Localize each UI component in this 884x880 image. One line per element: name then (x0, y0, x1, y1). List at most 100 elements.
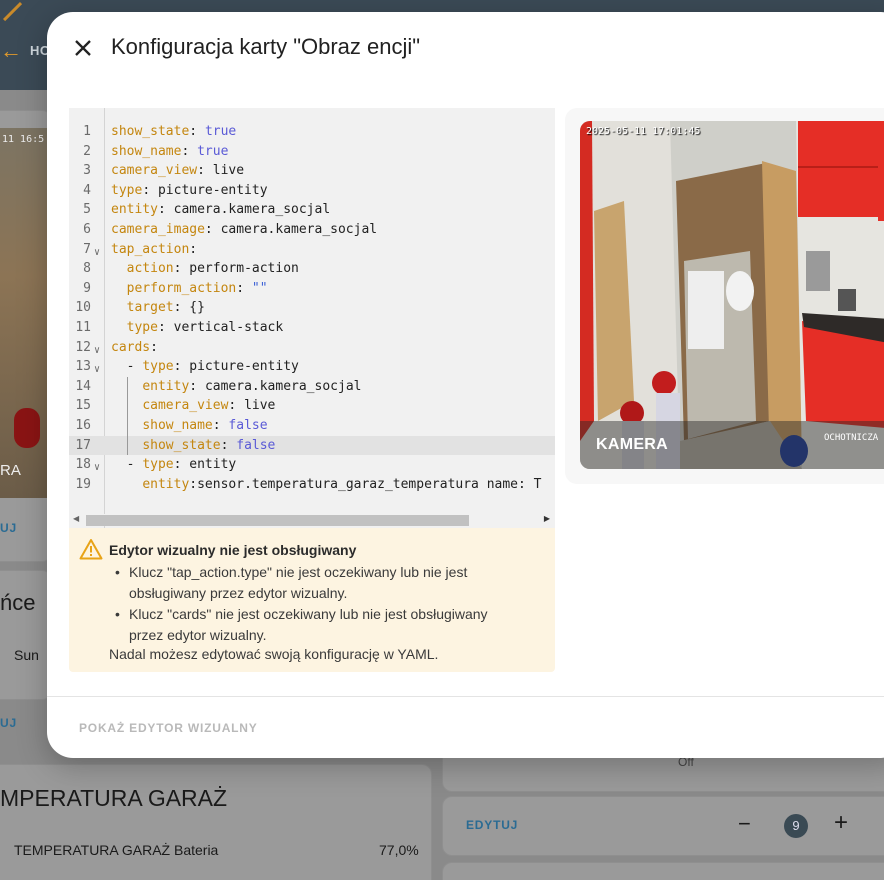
yaml-value: true (204, 124, 237, 139)
menu-icon (0, 0, 23, 22)
code-line[interactable]: 10 target: {} (69, 298, 555, 318)
code-line[interactable]: 17 show_state: false (69, 435, 555, 456)
code-line[interactable]: 6 camera_image: camera.kamera_socjal (69, 220, 555, 240)
code-line[interactable]: 19 entity:sensor.temperatura_garaz_tempe… (69, 475, 555, 495)
line-number: 3 (83, 163, 91, 179)
warning-title: Edytor wizualny nie jest obsługiwany (109, 542, 357, 558)
line-number: 5 (83, 202, 91, 218)
yaml-separator: : (173, 457, 190, 473)
line-number: 11 (75, 319, 91, 335)
card-preview: 2025-05-11 17:01:45 KAMERA OCHOTNICZA (565, 108, 884, 484)
code-text: camera_view: live (111, 396, 275, 416)
yaml-key: cards (111, 339, 151, 355)
code-line[interactable]: 15 camera_view: live (69, 396, 555, 416)
code-line[interactable]: 8 action: perform-action (69, 259, 555, 279)
yaml-separator: : (157, 319, 174, 335)
line-number: 7 (83, 241, 91, 257)
yaml-key: type (142, 457, 174, 473)
warning-item: Klucz "cards" nie jest oczekiwany lub ni… (113, 604, 523, 646)
code-line[interactable]: 3 camera_view: live (69, 161, 555, 181)
yaml-separator: : (173, 300, 190, 316)
stepper-minus-button[interactable]: − (738, 811, 751, 837)
code-line[interactable]: 7 ∨ tap_action: (69, 240, 555, 260)
warning-triangle-icon (79, 539, 103, 560)
yaml-value: camera.kamera_socjal (220, 221, 378, 237)
stepper-value: 9 (784, 814, 808, 838)
line-number: 1 (83, 124, 91, 139)
yaml-code-editor[interactable]: 1 show_state: true 2 show_name: true 3 camera… (69, 108, 555, 540)
code-text: tap_action: (111, 240, 197, 260)
yaml-key: tap_action (111, 241, 190, 257)
warning-footer: Nadal możesz edytować swoją konfigurację… (109, 646, 439, 662)
code-text: show_state: false (111, 436, 275, 456)
yaml-value: false (228, 417, 268, 433)
background-camera-object (14, 408, 40, 448)
yaml-value: "" (251, 280, 268, 296)
code-line[interactable]: 1 show_state: true (69, 122, 555, 142)
line-number: 8 (83, 261, 91, 277)
show-visual-editor-button[interactable]: POKAŻ EDYTOR WIZUALNY (79, 721, 258, 735)
close-button[interactable] (69, 34, 97, 62)
background-edit-link-1[interactable]: UJ (0, 521, 17, 535)
background-right-card-bottom (442, 862, 884, 880)
code-line[interactable]: 4 type: picture-entity (69, 181, 555, 201)
yaml-key: camera_view (111, 163, 198, 179)
code-line[interactable]: 5 entity: camera.kamera_socjal (69, 200, 555, 220)
code-text: - type: picture-entity (111, 357, 299, 377)
horizontal-scrollbar[interactable]: ◀ ▶ (69, 514, 555, 526)
code-line[interactable]: 18 ∨ - type: entity (69, 455, 555, 475)
code-line[interactable]: 2 show_name: true (69, 142, 555, 162)
camera-label: KAMERA (596, 436, 669, 453)
camera-image[interactable]: 2025-05-11 17:01:45 KAMERA OCHOTNICZA (580, 121, 884, 469)
scroll-left-icon[interactable]: ◀ (73, 514, 79, 523)
background-edit-link-2[interactable]: UJ (0, 716, 17, 730)
yaml-key: entity (142, 378, 190, 394)
scroll-right-icon[interactable]: ▶ (544, 514, 550, 523)
background-battery-value: 77,0% (379, 842, 419, 858)
code-line[interactable]: 9 perform_action: "" (69, 279, 555, 299)
camera-scene (580, 121, 884, 469)
yaml-key: entity (142, 476, 190, 492)
yaml-key: type (142, 359, 174, 375)
background-camera-timestamp: 11 16:5 (2, 134, 45, 145)
background-camera-label: RA (0, 462, 21, 479)
background-card-heading: ńce (0, 590, 36, 615)
code-lines[interactable]: 1 show_state: true 2 show_name: true 3 camera… (69, 122, 555, 494)
yaml-separator: : (173, 261, 190, 277)
back-arrow-icon[interactable]: ← (0, 38, 22, 64)
yaml-value: picture-entity (157, 182, 268, 198)
code-line[interactable]: 12 ∨ cards: (69, 338, 555, 358)
code-line[interactable]: 14 entity: camera.kamera_socjal (69, 376, 555, 397)
code-line[interactable]: 11 type: vertical-stack (69, 318, 555, 338)
stepper-plus-button[interactable]: + (834, 809, 848, 837)
background-temperature-heading: MPERATURA GARAŻ (0, 785, 228, 811)
yaml-separator: : (150, 339, 158, 355)
yaml-separator: : (189, 476, 198, 492)
yaml-value: vertical-stack (173, 319, 284, 335)
code-text: perform_action: "" (111, 279, 268, 299)
code-line[interactable]: 16 show_name: false (69, 415, 555, 436)
code-line[interactable]: 13 ∨ - type: picture-entity (69, 357, 555, 377)
line-number: 15 (75, 398, 91, 414)
line-number: 2 (83, 143, 91, 159)
yaml-separator: : (181, 143, 198, 159)
line-number: 19 (75, 476, 91, 492)
background-edit-link-3[interactable]: EDYTUJ (466, 818, 518, 832)
yaml-separator: : (157, 202, 174, 218)
line-number: 4 (83, 182, 91, 198)
scrollbar-thumb[interactable] (86, 515, 469, 526)
dialog-title: Konfiguracja karty "Obraz encji" (111, 34, 421, 59)
yaml-value: live (212, 163, 245, 179)
code-text: show_state: true (111, 122, 236, 142)
camera-watermark: OCHOTNICZA (824, 433, 879, 443)
camera-caption-bar: KAMERA (580, 421, 884, 469)
code-text: show_name: false (111, 416, 268, 436)
line-number: 17 (75, 437, 91, 453)
yaml-separator: : (189, 124, 205, 139)
yaml-separator: : (197, 163, 213, 179)
